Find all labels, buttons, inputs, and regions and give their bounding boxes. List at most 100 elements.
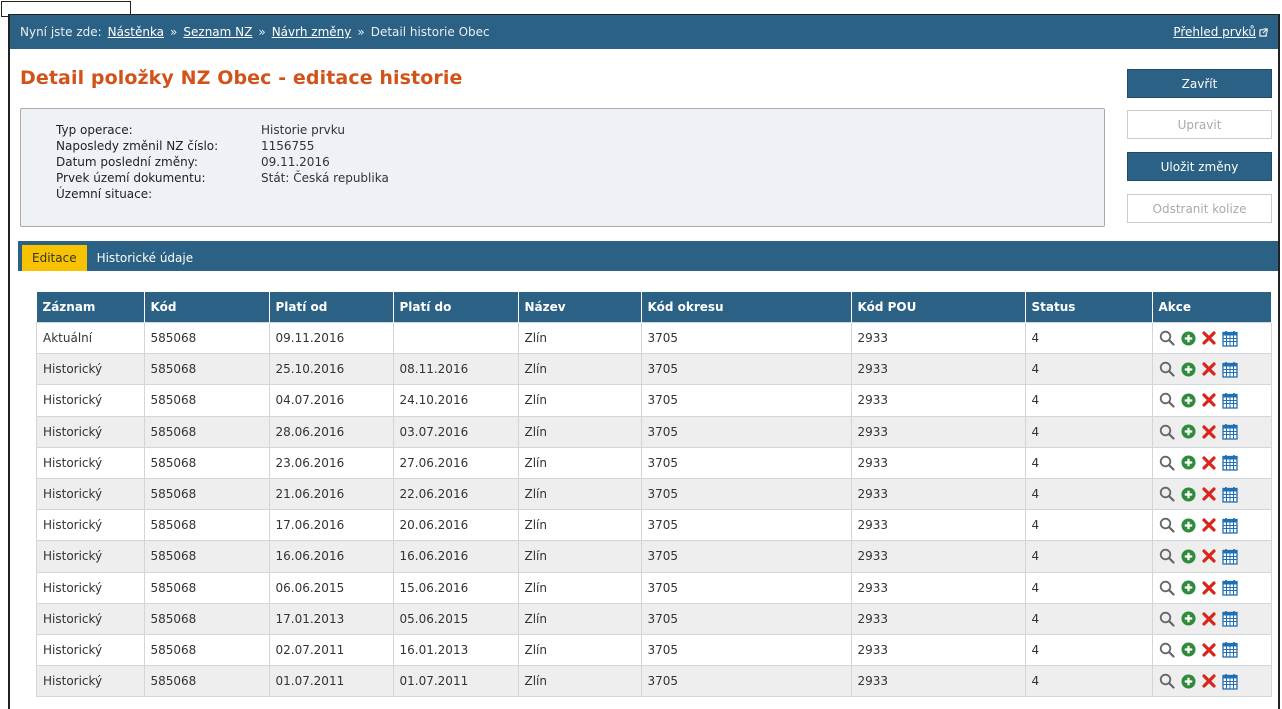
calendar-icon[interactable] bbox=[1221, 392, 1238, 409]
calendar-icon[interactable] bbox=[1221, 330, 1238, 347]
cell-actions bbox=[1151, 602, 1272, 635]
overview-link[interactable]: Přehled prvků bbox=[1173, 25, 1268, 39]
search-icon[interactable] bbox=[1159, 673, 1175, 689]
add-circle-icon[interactable] bbox=[1180, 487, 1196, 502]
table-row: Historický 585068 23.06.2016 27.06.2016 Zlín… bbox=[36, 446, 1272, 479]
cell-status: 4 bbox=[1024, 540, 1153, 573]
cell-pou-code: 2933 bbox=[850, 477, 1026, 511]
search-icon[interactable] bbox=[1159, 486, 1175, 502]
save-changes-button[interactable]: Uložit změny bbox=[1127, 152, 1272, 181]
breadcrumb-link-change-proposal[interactable]: Návrh změny bbox=[272, 25, 352, 39]
calendar-icon[interactable] bbox=[1221, 610, 1238, 627]
table-row: Historický 585068 04.07.2016 24.10.2016 Zlín… bbox=[36, 384, 1272, 417]
search-icon[interactable] bbox=[1159, 580, 1175, 596]
delete-x-icon[interactable] bbox=[1201, 580, 1216, 595]
cell-valid-to: 01.07.2011 bbox=[392, 665, 519, 698]
calendar-icon[interactable] bbox=[1221, 548, 1238, 565]
cell-name: Zlín bbox=[517, 509, 642, 542]
add-circle-icon[interactable] bbox=[1180, 580, 1196, 595]
calendar-icon[interactable] bbox=[1221, 517, 1238, 534]
cell-pou-code: 2933 bbox=[850, 415, 1026, 448]
cell-code: 585068 bbox=[143, 571, 270, 604]
cell-code: 585068 bbox=[143, 321, 270, 355]
column-header: Kód bbox=[144, 292, 270, 323]
table-row: Historický 585068 01.07.2011 01.07.2011 Zlín… bbox=[36, 665, 1272, 698]
breadcrumb-link-nz-list[interactable]: Seznam NZ bbox=[183, 25, 252, 39]
info-label-last-changed-by: Naposledy změnil NZ číslo: bbox=[56, 139, 219, 153]
calendar-icon[interactable] bbox=[1221, 579, 1238, 596]
column-header: Kód okresu bbox=[641, 292, 852, 323]
calendar-icon[interactable] bbox=[1221, 423, 1238, 440]
column-header: Kód POU bbox=[851, 292, 1026, 323]
calendar-icon[interactable] bbox=[1221, 641, 1238, 659]
cell-record-type: Aktuální bbox=[36, 321, 145, 355]
cell-district-code: 3705 bbox=[640, 446, 852, 479]
cell-actions bbox=[1151, 353, 1272, 386]
add-circle-icon[interactable] bbox=[1180, 611, 1196, 626]
delete-x-icon[interactable] bbox=[1201, 393, 1216, 408]
calendar-icon[interactable] bbox=[1221, 361, 1238, 378]
table-row: Historický 585068 02.07.2011 16.01.2013 Zlín… bbox=[36, 633, 1272, 667]
delete-x-icon[interactable] bbox=[1201, 331, 1216, 345]
cell-district-code: 3705 bbox=[640, 353, 852, 386]
cell-valid-to: 08.11.2016 bbox=[392, 353, 519, 386]
search-icon[interactable] bbox=[1159, 455, 1175, 471]
row-actions bbox=[1159, 517, 1266, 534]
cell-pou-code: 2933 bbox=[850, 633, 1026, 667]
add-circle-icon[interactable] bbox=[1180, 642, 1196, 657]
tab-historicke-udaje[interactable]: Historické údaje bbox=[87, 245, 204, 271]
cell-district-code: 3705 bbox=[640, 321, 852, 355]
delete-x-icon[interactable] bbox=[1201, 425, 1216, 439]
remove-conflicts-button[interactable]: Odstranit kolize bbox=[1127, 194, 1272, 223]
delete-x-icon[interactable] bbox=[1201, 456, 1216, 470]
delete-x-icon[interactable] bbox=[1201, 518, 1216, 532]
table-header-row: Záznam Kód Platí od Platí do Název Kód o… bbox=[36, 292, 1272, 323]
cell-status: 4 bbox=[1024, 477, 1153, 511]
cell-actions bbox=[1151, 446, 1272, 479]
delete-x-icon[interactable] bbox=[1201, 674, 1216, 688]
cell-valid-from: 06.06.2015 bbox=[268, 571, 394, 604]
tab-editace[interactable]: Editace bbox=[22, 245, 87, 271]
breadcrumb-link-dashboard[interactable]: Nástěnka bbox=[108, 25, 164, 39]
search-icon[interactable] bbox=[1159, 424, 1175, 440]
search-icon[interactable] bbox=[1159, 642, 1175, 658]
add-circle-icon[interactable] bbox=[1180, 362, 1196, 377]
delete-x-icon[interactable] bbox=[1201, 612, 1216, 626]
add-circle-icon[interactable] bbox=[1180, 549, 1196, 564]
search-icon[interactable] bbox=[1159, 392, 1175, 409]
delete-x-icon[interactable] bbox=[1201, 643, 1216, 657]
cell-code: 585068 bbox=[143, 353, 270, 386]
info-value-territory-element: Stát: Česká republika bbox=[261, 171, 389, 185]
add-circle-icon[interactable] bbox=[1180, 393, 1196, 408]
calendar-icon[interactable] bbox=[1221, 454, 1238, 471]
edit-button[interactable]: Upravit bbox=[1127, 110, 1272, 139]
row-actions bbox=[1159, 673, 1266, 690]
delete-x-icon[interactable] bbox=[1201, 362, 1216, 376]
search-icon[interactable] bbox=[1159, 361, 1175, 377]
search-icon[interactable] bbox=[1159, 548, 1175, 565]
cell-status: 4 bbox=[1024, 415, 1153, 448]
search-icon[interactable] bbox=[1159, 611, 1175, 627]
add-circle-icon[interactable] bbox=[1180, 424, 1196, 439]
add-circle-icon[interactable] bbox=[1180, 455, 1196, 470]
add-circle-icon[interactable] bbox=[1180, 674, 1196, 689]
cell-status: 4 bbox=[1024, 665, 1153, 698]
close-button[interactable]: Zavřít bbox=[1127, 69, 1272, 98]
calendar-icon[interactable] bbox=[1221, 673, 1238, 690]
delete-x-icon[interactable] bbox=[1201, 487, 1216, 501]
cell-valid-to: 22.06.2016 bbox=[392, 477, 519, 511]
add-circle-icon[interactable] bbox=[1180, 331, 1196, 346]
delete-x-icon[interactable] bbox=[1201, 549, 1216, 564]
info-label-last-change-date: Datum poslední změny: bbox=[56, 155, 198, 169]
calendar-icon[interactable] bbox=[1221, 486, 1238, 503]
cell-record-type: Historický bbox=[36, 540, 145, 573]
search-icon[interactable] bbox=[1159, 517, 1175, 533]
cell-code: 585068 bbox=[143, 415, 270, 448]
cell-record-type: Historický bbox=[36, 633, 145, 667]
cell-name: Zlín bbox=[517, 633, 642, 667]
search-icon[interactable] bbox=[1159, 330, 1175, 346]
add-circle-icon[interactable] bbox=[1180, 518, 1196, 533]
cell-code: 585068 bbox=[143, 665, 270, 698]
table-row: Historický 585068 17.06.2016 20.06.2016 Zlín… bbox=[36, 509, 1272, 542]
cell-actions bbox=[1151, 321, 1272, 355]
